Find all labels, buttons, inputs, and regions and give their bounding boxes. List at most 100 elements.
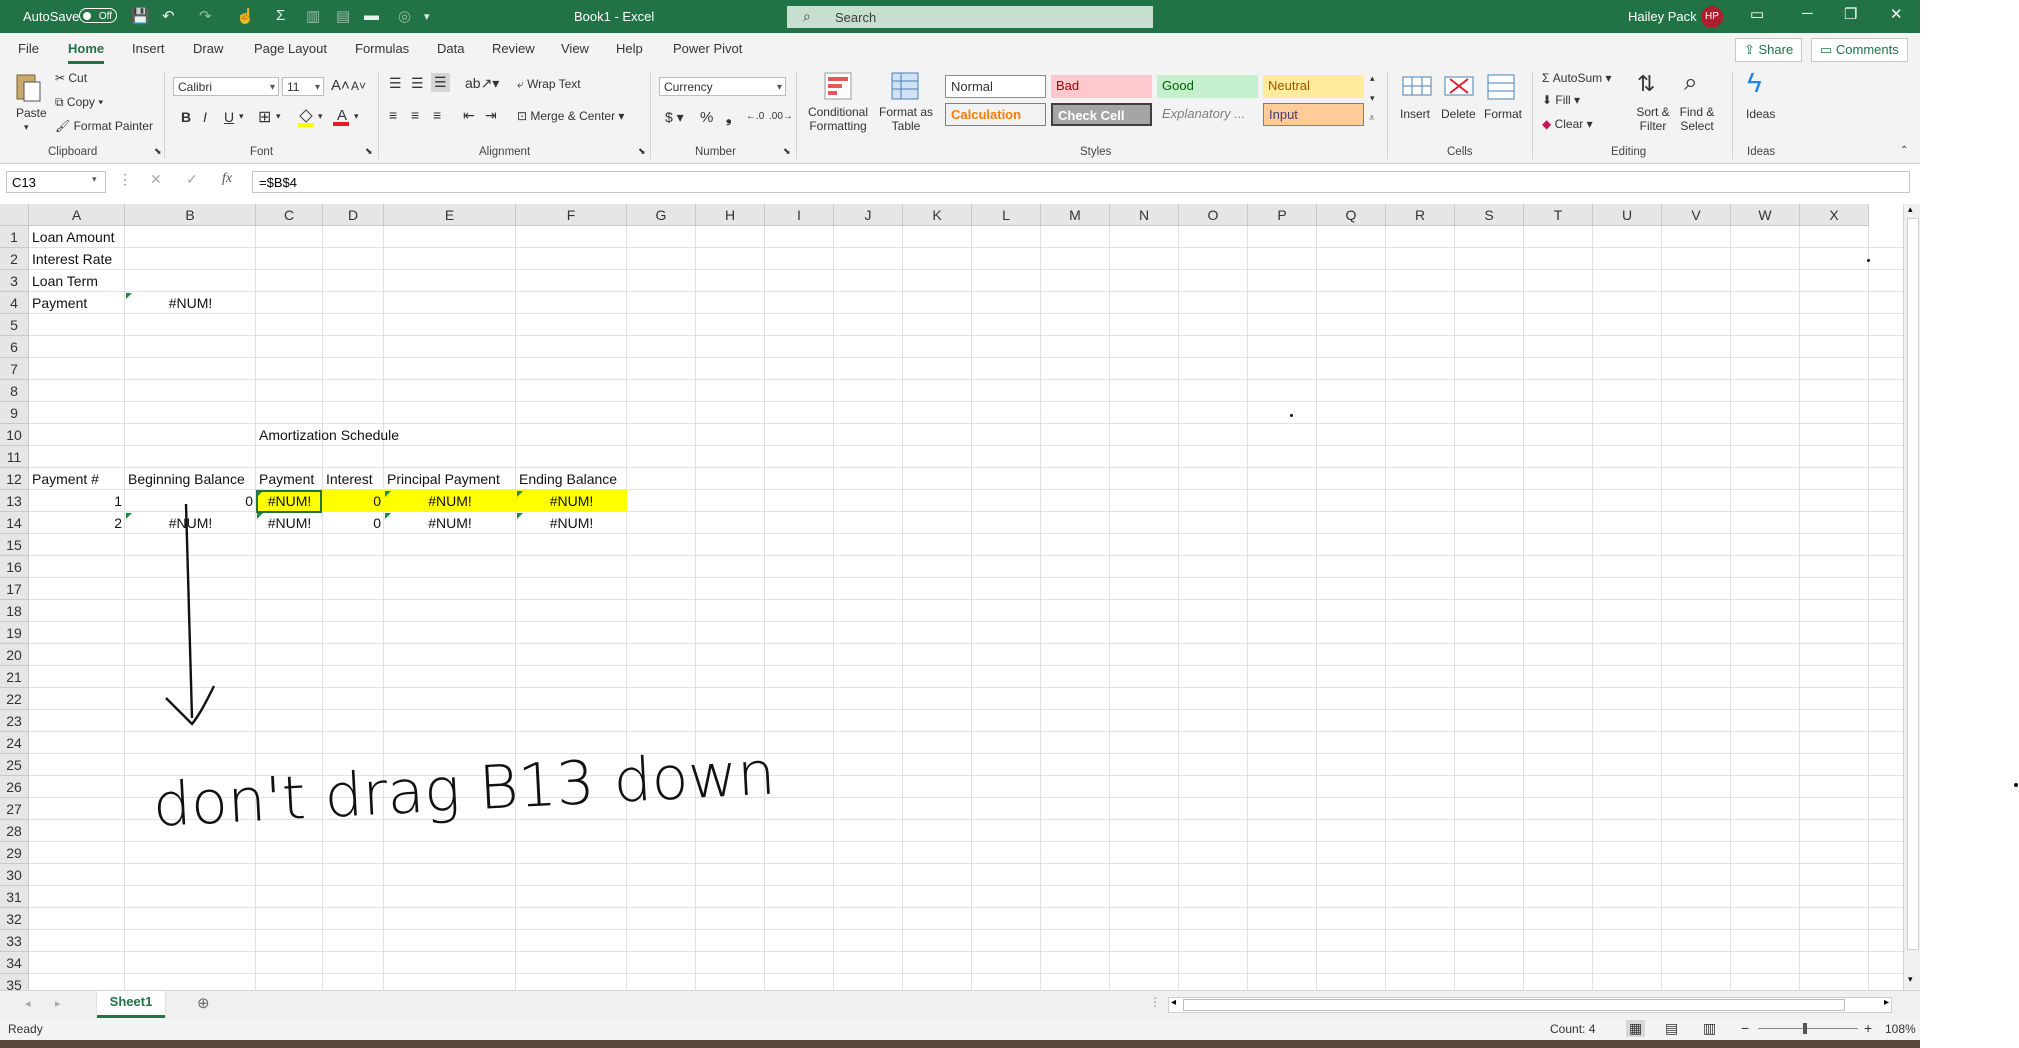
styles-scroll-down-icon[interactable]: ▾ [1370, 93, 1375, 104]
collapse-ribbon-icon[interactable]: ⌃ [1900, 145, 1908, 156]
borders-icon[interactable]: ⊞ [258, 107, 271, 127]
spelling-qat-icon[interactable]: ◎ [398, 7, 411, 25]
horizontal-scrollbar[interactable]: ◂ ▸ [1168, 997, 1892, 1013]
column-header-s[interactable]: S [1455, 204, 1524, 226]
vertical-scroll-thumb[interactable] [1907, 218, 1919, 950]
avatar[interactable]: HP [1701, 6, 1723, 28]
ideas-button[interactable]: Ideas [1746, 107, 1775, 121]
style-check-cell[interactable]: Check Cell [1051, 103, 1152, 126]
tab-split-icon[interactable]: ⋮ [1149, 995, 1161, 1009]
percent-icon[interactable]: % [700, 109, 713, 126]
row-header-23[interactable]: 23 [0, 710, 29, 732]
row-header-10[interactable]: 10 [0, 424, 29, 446]
cell-a12[interactable]: Payment # [32, 468, 99, 490]
tab-page-layout[interactable]: Page Layout [254, 41, 327, 56]
column-header-w[interactable]: W [1731, 204, 1800, 226]
vertical-scrollbar[interactable]: ▴ ▾ [1903, 204, 1920, 990]
row-header-33[interactable]: 33 [0, 930, 29, 952]
merge-center-button[interactable]: ⊡ Merge & Center ▾ [517, 109, 624, 123]
tab-draw[interactable]: Draw [193, 41, 223, 56]
font-launcher-icon[interactable]: ⬊ [365, 146, 373, 157]
zoom-slider-thumb[interactable] [1803, 1023, 1807, 1034]
align-middle-icon[interactable]: ☰ [411, 75, 424, 92]
row-header-6[interactable]: 6 [0, 336, 29, 358]
paste-button[interactable] [12, 71, 46, 103]
format-painter-button[interactable]: 🖌 Format Painter [55, 119, 153, 133]
sheet-tab-sheet1[interactable]: Sheet1 [97, 991, 165, 1018]
style-calculation[interactable]: Calculation [945, 103, 1046, 126]
sort-filter-icon[interactable]: ⇅ [1637, 71, 1655, 97]
sort-qat-icon[interactable]: ▥ [306, 7, 320, 25]
confirm-entry-icon[interactable]: ✓ [186, 171, 198, 188]
column-header-d[interactable]: D [323, 204, 384, 226]
row-header-9[interactable]: 9 [0, 402, 29, 424]
row-header-19[interactable]: 19 [0, 622, 29, 644]
status-count[interactable]: Count: 4 [1550, 1022, 1595, 1036]
column-header-c[interactable]: C [256, 204, 323, 226]
autosave-toggle[interactable]: Off [79, 8, 117, 23]
tab-help[interactable]: Help [616, 41, 643, 56]
column-header-t[interactable]: T [1524, 204, 1593, 226]
scroll-up-icon[interactable]: ▴ [1908, 204, 1913, 215]
style-bad[interactable]: Bad [1051, 75, 1152, 98]
row-header-30[interactable]: 30 [0, 864, 29, 886]
tab-home[interactable]: Home [68, 41, 105, 64]
row-header-13[interactable]: 13 [0, 490, 29, 512]
format-cells-icon[interactable] [1486, 73, 1515, 101]
comments-button[interactable]: ▭ Comments [1811, 38, 1908, 62]
row-header-25[interactable]: 25 [0, 754, 29, 776]
row-header-24[interactable]: 24 [0, 732, 29, 754]
insert-function-icon[interactable]: fx [222, 171, 232, 187]
insert-cells-icon[interactable] [1402, 73, 1432, 101]
decrease-decimal-icon[interactable]: .00→ [769, 111, 793, 122]
row-header-32[interactable]: 32 [0, 908, 29, 930]
ideas-icon[interactable]: ϟ [1747, 67, 1762, 99]
horizontal-scroll-thumb[interactable] [1183, 999, 1845, 1011]
align-bottom-icon[interactable]: ☰ [431, 73, 450, 92]
autosum-qat-icon[interactable]: Σ [276, 7, 285, 24]
row-header-12[interactable]: 12 [0, 468, 29, 490]
font-size-select[interactable]: 11 [282, 77, 324, 97]
zoom-out-icon[interactable]: − [1741, 1020, 1749, 1036]
select-all-corner[interactable] [0, 204, 29, 226]
format-cells-button[interactable]: Format [1484, 107, 1522, 121]
align-top-icon[interactable]: ☰ [389, 75, 402, 92]
styles-scroll-up-icon[interactable]: ▴ [1370, 73, 1375, 84]
find-select-icon[interactable]: ⌕ [1684, 69, 1697, 97]
paste-label[interactable]: Paste [16, 106, 47, 120]
clipboard-launcher-icon[interactable]: ⬊ [154, 146, 162, 157]
worksheet-grid[interactable]: ABCDEFGHIJKLMNOPQRSTUVWX 1 2 3 4 5 6 7 8 9 10 11 12… [0, 204, 1920, 990]
row-header-26[interactable]: 26 [0, 776, 29, 798]
font-color-dropdown-icon[interactable]: ▾ [354, 111, 359, 122]
row-header-5[interactable]: 5 [0, 314, 29, 336]
column-header-u[interactable]: U [1593, 204, 1662, 226]
row-header-35[interactable]: 35 [0, 974, 29, 990]
cell-c12[interactable]: Payment [259, 468, 314, 490]
paste-dropdown-icon[interactable]: ▾ [24, 122, 29, 133]
zoom-slider[interactable] [1758, 1028, 1858, 1029]
orientation-icon[interactable]: ab↗▾ [465, 75, 499, 92]
row-header-21[interactable]: 21 [0, 666, 29, 688]
increase-indent-icon[interactable]: ⇥ [485, 107, 497, 124]
style-explanatory[interactable]: Explanatory ... [1157, 103, 1258, 126]
row-header-16[interactable]: 16 [0, 556, 29, 578]
font-name-select[interactable]: Calibri [173, 77, 279, 97]
tab-data[interactable]: Data [437, 41, 464, 56]
wrap-text-button[interactable]: ⤶ Wrap Text [517, 77, 581, 92]
share-button[interactable]: ⇪ Share [1735, 38, 1803, 62]
cell-a1[interactable]: Loan Amount [32, 226, 115, 248]
row-header-22[interactable]: 22 [0, 688, 29, 710]
tab-view[interactable]: View [561, 41, 589, 56]
column-header-o[interactable]: O [1179, 204, 1248, 226]
cut-button[interactable]: ✂ Cut [55, 71, 87, 85]
row-header-1[interactable]: 1 [0, 226, 29, 248]
increase-font-icon[interactable]: A˄ [331, 77, 350, 94]
style-neutral[interactable]: Neutral [1263, 75, 1364, 98]
cell-f12[interactable]: Ending Balance [519, 468, 617, 490]
fill-button[interactable]: ⬇ Fill ▾ [1542, 93, 1580, 107]
align-center-icon[interactable]: ≡ [411, 107, 419, 123]
page-break-view-icon[interactable]: ▥ [1703, 1020, 1716, 1037]
column-header-h[interactable]: H [696, 204, 765, 226]
row-header-20[interactable]: 20 [0, 644, 29, 666]
conditional-formatting-icon[interactable] [824, 72, 852, 102]
